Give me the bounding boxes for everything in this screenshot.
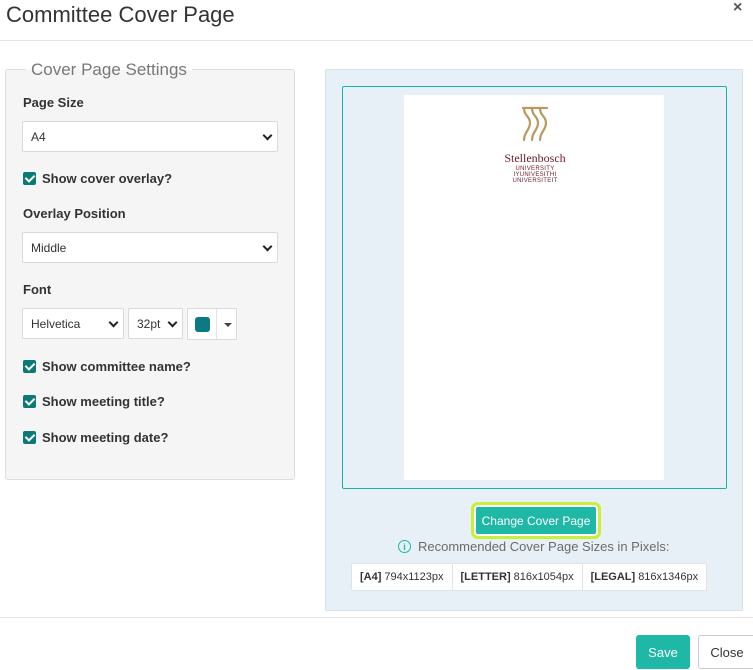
logo-line: UNIVERSITEIT [512,178,558,184]
save-button[interactable]: Save [636,635,690,669]
cover-preview-panel: Stellenbosch UNIVERSITY IYUNIVESITHI UNI… [325,69,743,611]
university-logo: Stellenbosch UNIVERSITY IYUNIVESITHI UNI… [499,106,571,184]
font-size-select[interactable]: 32pt [128,308,183,339]
size-item-legal: [LEGAL] 816x1346px [583,564,707,590]
overlay-position-value: Middle [31,240,67,255]
size-value: 794x1123px [384,571,444,583]
recommended-sizes-text: Recommended Cover Page Sizes in Pixels: [418,539,670,554]
size-item-letter: [LETTER] 816x1054px [453,564,583,590]
page-size-value: A4 [31,129,46,144]
show-meeting-date-row[interactable]: Show meeting date? [23,430,168,445]
settings-legend: Cover Page Settings [26,60,192,80]
show-meeting-title-row[interactable]: Show meeting title? [23,394,165,409]
recommended-sizes-note: i Recommended Cover Page Sizes in Pixels… [398,539,669,554]
cover-page-settings-panel: Cover Page Settings Page Size A4 Show co… [5,60,295,480]
overlay-position-select[interactable]: Middle [22,232,278,263]
modal-title: Committee Cover Page [6,2,235,27]
show-cover-overlay-checkbox[interactable] [23,172,36,185]
info-icon: i [398,540,411,553]
font-family-select[interactable]: Helvetica [22,308,124,339]
font-family-value: Helvetica [31,316,81,331]
footer-divider [0,617,753,618]
caret-down-icon [224,323,232,327]
size-value: 816x1346px [638,571,699,583]
show-meeting-date-checkbox[interactable] [23,431,36,444]
show-cover-overlay-row[interactable]: Show cover overlay? [23,171,172,186]
cover-page-preview: Stellenbosch UNIVERSITY IYUNIVESITHI UNI… [404,95,664,480]
show-meeting-date-label: Show meeting date? [42,430,169,445]
university-crest-icon [521,106,549,142]
color-swatch [194,316,210,332]
size-tag: [LEGAL] [590,571,636,583]
size-tag: [LETTER] [460,571,511,583]
close-button[interactable]: Close [698,635,753,669]
header-divider [0,40,753,41]
show-cover-overlay-label: Show cover overlay? [42,171,173,186]
font-label: Font [23,282,52,297]
page-size-label: Page Size [23,95,84,110]
show-meeting-title-checkbox[interactable] [23,395,36,408]
change-cover-page-button[interactable]: Change Cover Page [471,502,601,539]
show-committee-name-row[interactable]: Show committee name? [23,359,191,374]
page-size-select[interactable]: A4 [22,121,278,152]
chevron-down-icon [108,317,119,328]
close-icon[interactable]: × [733,0,742,16]
chevron-down-icon [262,241,273,252]
show-committee-name-checkbox[interactable] [23,360,36,373]
recommended-sizes-list: [A4] 794x1123px [LETTER] 816x1054px [LEGAL… [351,563,708,591]
font-color-picker[interactable] [187,308,237,340]
show-committee-name-label: Show committee name? [42,359,191,374]
overlay-position-label: Overlay Position [23,206,126,221]
size-item-a4: [A4] 794x1123px [352,564,453,590]
show-meeting-title-label: Show meeting title? [42,394,165,409]
size-tag: [A4] [360,571,382,583]
chevron-down-icon [262,130,273,141]
preview-frame: Stellenbosch UNIVERSITY IYUNIVESITHI UNI… [342,86,727,489]
font-size-value: 32pt [137,316,161,331]
size-value: 816x1054px [513,571,574,583]
logo-brand-text: Stellenbosch [504,151,566,165]
chevron-down-icon [167,317,178,328]
